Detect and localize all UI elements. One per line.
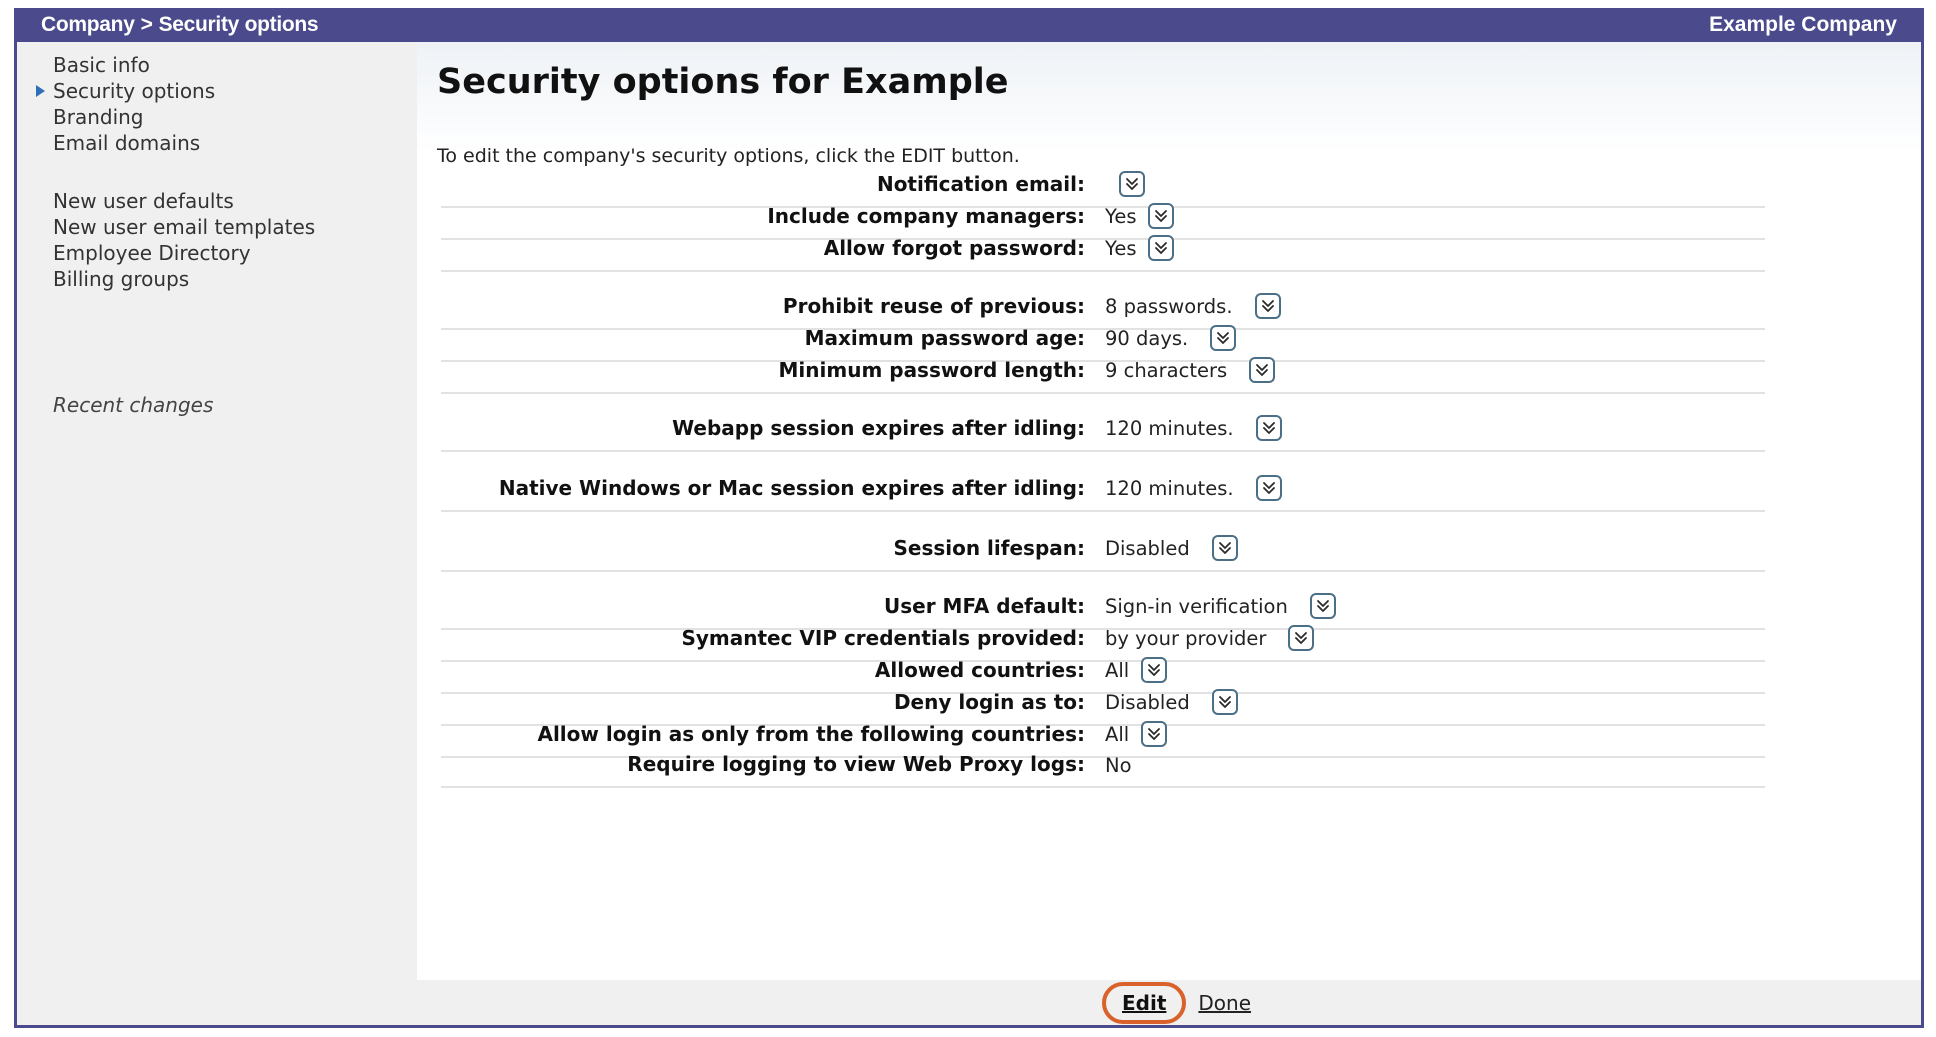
sidebar: Basic info Security options Branding Ema… bbox=[17, 42, 417, 980]
setting-row: Allow forgot password: Yes bbox=[441, 232, 1765, 272]
footer-bar: Edit Done bbox=[17, 980, 1921, 1025]
chevron-double-down-icon[interactable] bbox=[1211, 689, 1238, 715]
setting-value-text: No bbox=[1105, 754, 1132, 777]
setting-value-text: All bbox=[1105, 722, 1130, 746]
setting-value: 120 minutes. bbox=[1105, 475, 1282, 501]
chevron-double-down-icon[interactable] bbox=[1211, 535, 1238, 561]
setting-label: Minimum password length: bbox=[778, 358, 1085, 382]
setting-value: 120 minutes. bbox=[1105, 415, 1282, 441]
sidebar-item-new-user-defaults[interactable]: New user defaults bbox=[53, 188, 315, 214]
setting-value-text: 8 passwords. bbox=[1105, 294, 1233, 318]
setting-label: Webapp session expires after idling: bbox=[672, 416, 1085, 440]
setting-value bbox=[1105, 171, 1145, 197]
setting-value-text: 9 characters bbox=[1105, 358, 1228, 382]
sidebar-item-recent-changes[interactable]: Recent changes bbox=[53, 392, 213, 418]
setting-label: Maximum password age: bbox=[804, 326, 1085, 350]
page-title: Security options for Example bbox=[437, 62, 1009, 102]
chevron-double-down-icon[interactable] bbox=[1255, 475, 1282, 501]
setting-value-text: 120 minutes. bbox=[1105, 476, 1234, 500]
chevron-double-down-icon[interactable] bbox=[1141, 657, 1168, 683]
setting-value-text: 120 minutes. bbox=[1105, 416, 1234, 440]
setting-label: Prohibit reuse of previous: bbox=[782, 294, 1085, 318]
chevron-double-down-icon[interactable] bbox=[1249, 357, 1276, 383]
breadcrumb: Company > Security options bbox=[41, 13, 319, 37]
setting-value: 9 characters bbox=[1105, 357, 1276, 383]
footer-buttons: Edit Done bbox=[1102, 980, 1251, 1025]
chevron-double-down-icon[interactable] bbox=[1119, 171, 1145, 197]
app-window: Company > Security options Example Compa… bbox=[14, 8, 1924, 1028]
setting-value-text: Yes bbox=[1105, 236, 1137, 260]
setting-value: Yes bbox=[1105, 235, 1175, 261]
sidebar-group-recent: Recent changes bbox=[53, 392, 213, 418]
setting-label: User MFA default: bbox=[884, 594, 1085, 618]
setting-row: Session lifespan: Disabled bbox=[441, 532, 1765, 572]
setting-value: Disabled bbox=[1105, 689, 1238, 715]
setting-label: Allow login as only from the following c… bbox=[537, 722, 1085, 746]
setting-row: Minimum password length: 9 characters bbox=[441, 354, 1765, 394]
sidebar-item-employee-directory[interactable]: Employee Directory bbox=[53, 240, 315, 266]
chevron-double-down-icon[interactable] bbox=[1141, 721, 1168, 747]
breadcrumb-separator: > bbox=[140, 13, 153, 36]
setting-value: Yes bbox=[1105, 203, 1175, 229]
title-bar: Company > Security options Example Compa… bbox=[17, 8, 1921, 42]
setting-row: Webapp session expires after idling: 120 … bbox=[441, 412, 1765, 452]
setting-label: Require logging to view Web Proxy logs: bbox=[627, 752, 1085, 776]
breadcrumb-current: Security options bbox=[158, 13, 319, 36]
chevron-double-down-icon[interactable] bbox=[1309, 593, 1336, 619]
intro-text: To edit the company's security options, … bbox=[437, 145, 1020, 167]
done-button[interactable]: Done bbox=[1198, 991, 1251, 1015]
setting-value: by your provider bbox=[1105, 625, 1315, 651]
sidebar-item-branding[interactable]: Branding bbox=[53, 104, 215, 130]
setting-row: Require logging to view Web Proxy logs: N… bbox=[441, 748, 1765, 788]
setting-value-text: Yes bbox=[1105, 204, 1137, 228]
sidebar-item-basic-info[interactable]: Basic info bbox=[53, 52, 215, 78]
sidebar-item-billing-groups[interactable]: Billing groups bbox=[53, 266, 315, 292]
chevron-double-down-icon[interactable] bbox=[1148, 203, 1175, 229]
setting-value-text: Sign-in verification bbox=[1105, 594, 1288, 618]
chevron-double-down-icon[interactable] bbox=[1255, 415, 1282, 441]
sidebar-group-primary: Basic info Security options Branding Ema… bbox=[35, 52, 215, 156]
setting-label: Deny login as to: bbox=[893, 690, 1085, 714]
setting-value: All bbox=[1105, 657, 1168, 683]
sidebar-item-new-user-email-templates[interactable]: New user email templates bbox=[53, 214, 315, 240]
setting-value-text: All bbox=[1105, 658, 1130, 682]
chevron-double-down-icon[interactable] bbox=[1148, 235, 1175, 261]
company-name: Example Company bbox=[1709, 13, 1897, 36]
sidebar-group-secondary: New user defaults New user email templat… bbox=[53, 188, 315, 292]
setting-label: Native Windows or Mac session expires af… bbox=[498, 476, 1085, 500]
setting-value: 90 days. bbox=[1105, 325, 1237, 351]
setting-value: Disabled bbox=[1105, 535, 1238, 561]
setting-label: Symantec VIP credentials provided: bbox=[681, 626, 1085, 650]
setting-value-text: 90 days. bbox=[1105, 326, 1189, 350]
edit-button[interactable]: Edit bbox=[1102, 981, 1187, 1024]
setting-value-text: Disabled bbox=[1105, 536, 1190, 560]
setting-label: Session lifespan: bbox=[893, 536, 1085, 560]
setting-label: Include company managers: bbox=[767, 204, 1085, 228]
main-panel: Security options for Example To edit the… bbox=[417, 42, 1921, 980]
setting-label: Notification email: bbox=[876, 172, 1085, 196]
breadcrumb-company[interactable]: Company bbox=[41, 13, 135, 37]
setting-value: All bbox=[1105, 721, 1168, 747]
setting-value: 8 passwords. bbox=[1105, 293, 1281, 319]
sidebar-item-email-domains[interactable]: Email domains bbox=[53, 130, 215, 156]
chevron-double-down-icon[interactable] bbox=[1254, 293, 1281, 319]
setting-value-text: Disabled bbox=[1105, 690, 1190, 714]
setting-label: Allowed countries: bbox=[874, 658, 1085, 682]
sidebar-item-security-options[interactable]: Security options bbox=[35, 78, 215, 104]
setting-row: Native Windows or Mac session expires af… bbox=[441, 472, 1765, 512]
setting-value: No bbox=[1105, 754, 1154, 777]
setting-value: Sign-in verification bbox=[1105, 593, 1336, 619]
setting-label: Allow forgot password: bbox=[823, 236, 1085, 260]
chevron-double-down-icon[interactable] bbox=[1210, 325, 1237, 351]
chevron-double-down-icon[interactable] bbox=[1288, 625, 1315, 651]
setting-value-text: by your provider bbox=[1105, 626, 1267, 650]
